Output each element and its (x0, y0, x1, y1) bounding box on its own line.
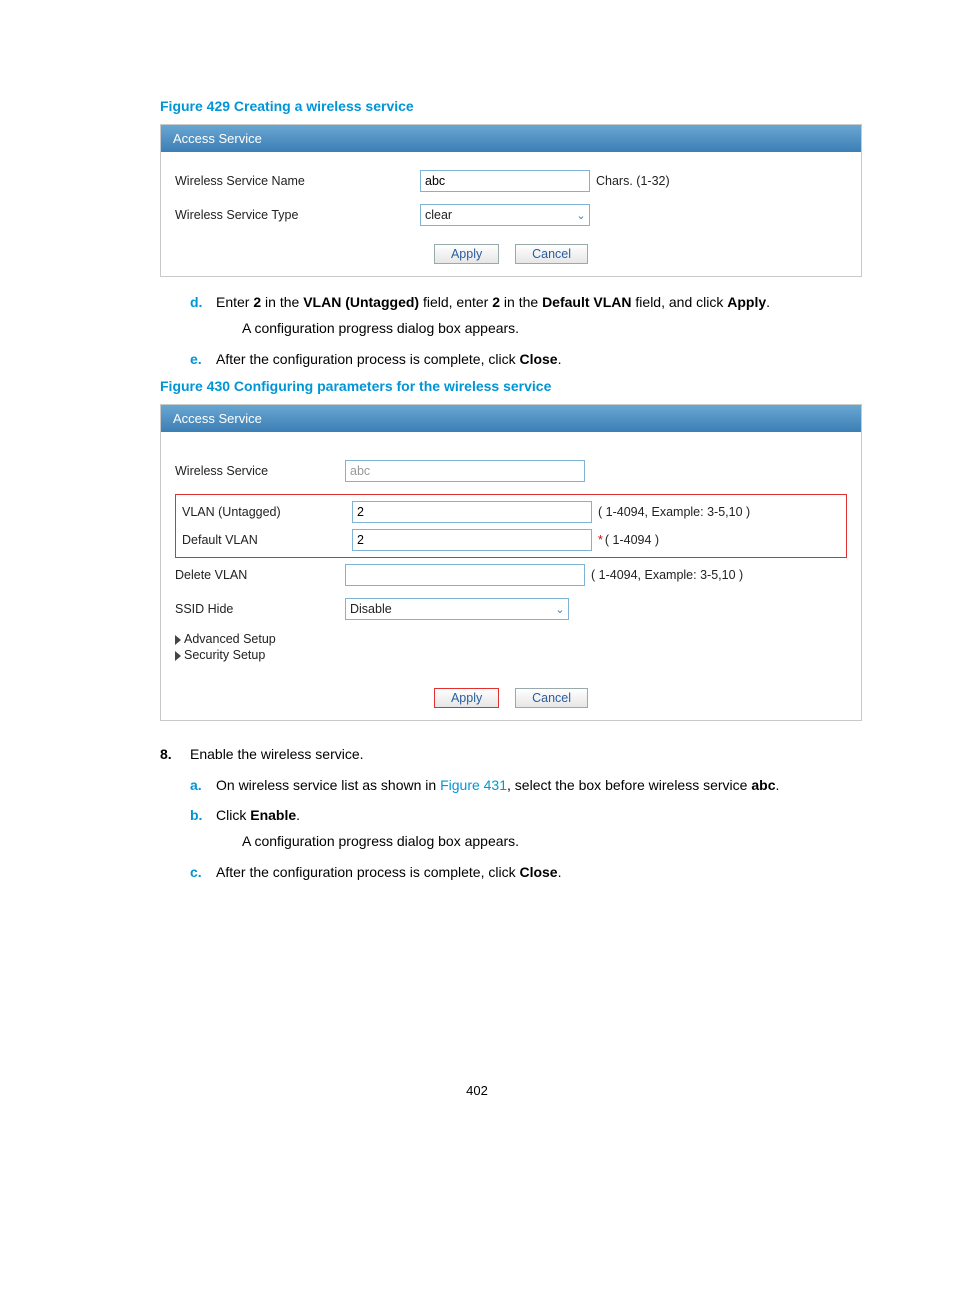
step-marker: d. (190, 291, 216, 340)
default-vlan-hint: *( 1-4094 ) (598, 533, 659, 547)
triangle-right-icon (175, 635, 181, 645)
figure-430-caption: Figure 430 Configuring parameters for th… (90, 378, 864, 394)
highlighted-fields: VLAN (Untagged) ( 1-4094, Example: 3-5,1… (175, 494, 847, 558)
apply-button[interactable]: Apply (434, 244, 499, 264)
wireless-service-input (345, 460, 585, 482)
page-number: 402 (90, 1083, 864, 1098)
advanced-setup-link[interactable]: Advanced Setup (175, 632, 847, 646)
wireless-service-name-label: Wireless Service Name (175, 174, 420, 188)
step-marker: a. (190, 774, 216, 796)
delete-vlan-label: Delete VLAN (175, 568, 345, 582)
step-d-note: A configuration progress dialog box appe… (216, 317, 864, 339)
step-b-note: A configuration progress dialog box appe… (216, 830, 864, 852)
ssid-hide-label: SSID Hide (175, 602, 345, 616)
triangle-right-icon (175, 651, 181, 661)
figure-429-panel: Access Service Wireless Service Name Cha… (160, 124, 862, 277)
step-marker: b. (190, 804, 216, 853)
step-marker: e. (190, 348, 216, 370)
panel-header: Access Service (161, 405, 861, 432)
step-8: 8. Enable the wireless service. (160, 743, 864, 765)
step-b: b. Click Enable. A configuration progres… (190, 804, 864, 853)
figure-431-link[interactable]: Figure 431 (440, 777, 507, 793)
vlan-untagged-hint: ( 1-4094, Example: 3-5,10 ) (598, 505, 750, 519)
apply-button[interactable]: Apply (434, 688, 499, 708)
default-vlan-label: Default VLAN (182, 533, 352, 547)
step-d: d. Enter 2 in the VLAN (Untagged) field,… (190, 291, 864, 340)
wireless-service-label: Wireless Service (175, 464, 345, 478)
step-e: e. After the configuration process is co… (190, 348, 864, 370)
security-setup-link[interactable]: Security Setup (175, 648, 847, 662)
wireless-service-type-label: Wireless Service Type (175, 208, 420, 222)
name-hint: Chars. (1-32) (596, 174, 670, 188)
step-marker: c. (190, 861, 216, 883)
wireless-service-name-input[interactable] (420, 170, 590, 192)
delete-vlan-input[interactable] (345, 564, 585, 586)
vlan-untagged-input[interactable] (352, 501, 592, 523)
figure-430-panel: Access Service Wireless Service VLAN (Un… (160, 404, 862, 721)
delete-vlan-hint: ( 1-4094, Example: 3-5,10 ) (591, 568, 743, 582)
step-number: 8. (160, 743, 190, 765)
figure-429-caption: Figure 429 Creating a wireless service (90, 98, 864, 114)
step-8-text: Enable the wireless service. (190, 743, 364, 765)
wireless-service-type-select[interactable]: clear ⌄ (420, 204, 590, 226)
default-vlan-input[interactable] (352, 529, 592, 551)
cancel-button[interactable]: Cancel (515, 244, 588, 264)
chevron-down-icon: ⌄ (552, 603, 568, 616)
ssid-hide-select[interactable]: Disable ⌄ (345, 598, 569, 620)
step-c: c. After the configuration process is co… (190, 861, 864, 883)
chevron-down-icon: ⌄ (573, 209, 589, 222)
panel-header: Access Service (161, 125, 861, 152)
select-value: Disable (346, 602, 552, 616)
vlan-untagged-label: VLAN (Untagged) (182, 505, 352, 519)
cancel-button[interactable]: Cancel (515, 688, 588, 708)
select-value: clear (421, 208, 573, 222)
step-a: a. On wireless service list as shown in … (190, 774, 864, 796)
